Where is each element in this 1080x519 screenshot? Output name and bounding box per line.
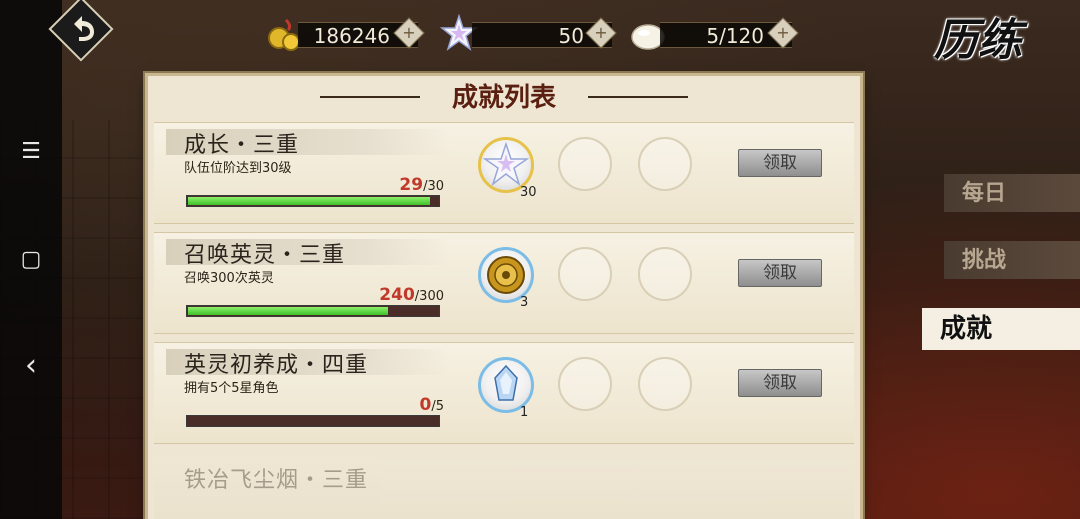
- achievement-description: 队伍位阶达到30级: [184, 161, 292, 176]
- progress-total: /300: [414, 289, 444, 304]
- progress-bar: [186, 195, 440, 207]
- achievement-title: 召唤英灵・三重: [184, 243, 346, 268]
- summon-compass-icon: [487, 256, 525, 294]
- menu-icon[interactable]: ☰: [0, 132, 62, 172]
- achievement-row: 成长・三重 队伍位阶达到30级 29/30 30 领取: [154, 122, 854, 224]
- panel-title: 成就列表: [451, 83, 556, 113]
- plus-icon: +: [594, 23, 608, 42]
- progress-fill: [188, 307, 388, 315]
- achievement-title: 英灵初养成・四重: [184, 353, 369, 378]
- progress-total: /5: [431, 399, 444, 414]
- empty-reward-slot: [638, 137, 692, 191]
- progress-current: 29: [399, 175, 424, 195]
- achievement-description: 召唤300次英灵: [184, 271, 274, 286]
- tab-daily[interactable]: 每日: [944, 174, 1080, 212]
- achievement-description: 拥有5个5星角色: [184, 381, 279, 396]
- reward-count: 30: [520, 185, 537, 200]
- achievement-row: 英灵初养成・四重 拥有5个5星角色 0/5 1 领取: [154, 342, 854, 444]
- reward-count: 1: [520, 405, 529, 420]
- progress-label: 29/30: [399, 175, 444, 195]
- star-crystal-icon: [482, 141, 530, 187]
- reward-count: 3: [520, 295, 529, 310]
- empty-reward-slot: [558, 137, 612, 191]
- plus-icon: +: [402, 23, 416, 42]
- claim-button[interactable]: 领取: [738, 369, 822, 397]
- progress-current: 240: [379, 285, 415, 305]
- progress-label: 0/5: [420, 395, 445, 415]
- achievement-row: 召唤英灵・三重 召唤300次英灵 240/300 3 领取: [154, 232, 854, 334]
- progress-bar: [186, 415, 440, 427]
- achievement-row-partial: 铁冶飞尘烟・三重: [154, 460, 854, 519]
- achievement-title: 铁冶飞尘烟・三重: [184, 468, 369, 493]
- tab-challenge[interactable]: 挑战: [944, 241, 1080, 279]
- progress-total: /30: [423, 179, 444, 194]
- home-icon[interactable]: ▢: [0, 240, 62, 280]
- empty-reward-slot: [558, 357, 612, 411]
- empty-reward-slot: [638, 247, 692, 301]
- plus-icon: +: [776, 23, 790, 42]
- progress-label: 240/300: [379, 285, 444, 305]
- empty-reward-slot: [638, 357, 692, 411]
- page-title: 历练: [934, 15, 1022, 66]
- system-nav-bar: ☰ ▢ ‹: [0, 0, 62, 519]
- blue-crystal-icon: [494, 364, 518, 401]
- empty-reward-slot: [558, 247, 612, 301]
- progress-fill: [188, 197, 430, 205]
- claim-button[interactable]: 领取: [738, 149, 822, 177]
- achievement-panel: 成就列表 成长・三重 队伍位阶达到30级 29/30 30 领取 召唤英灵・三重…: [148, 76, 860, 519]
- return-arrow-icon: [74, 16, 94, 41]
- progress-bar: [186, 305, 440, 317]
- progress-current: 0: [419, 395, 432, 415]
- back-nav-icon[interactable]: ‹: [0, 346, 62, 386]
- achievement-title: 成长・三重: [184, 133, 300, 158]
- claim-button[interactable]: 领取: [738, 259, 822, 287]
- tab-achievement[interactable]: 成就: [922, 308, 1080, 350]
